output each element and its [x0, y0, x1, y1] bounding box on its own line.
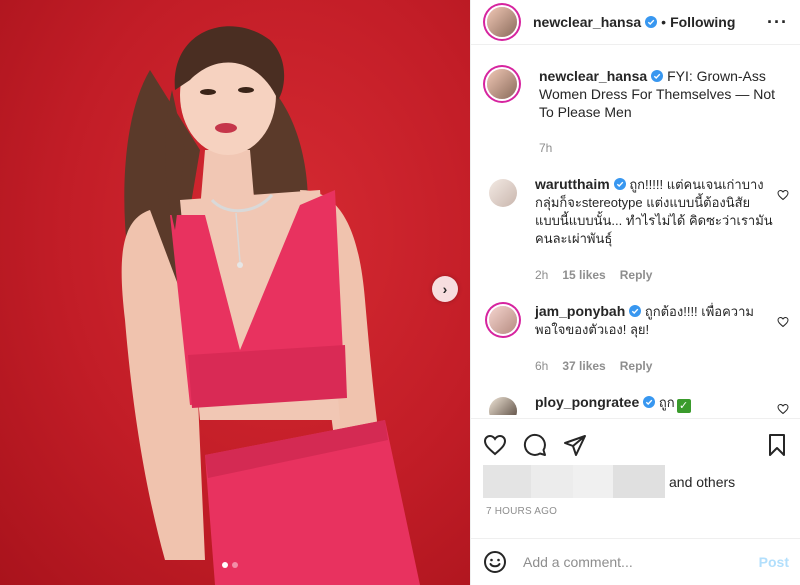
carousel-dot-2: [232, 562, 238, 568]
comment-bubble-icon[interactable]: [523, 433, 547, 457]
caption-avatar[interactable]: [487, 69, 517, 99]
comment-item: warutthaim ถูก!!!!! แต่คนเจนเก่าบางกลุ่ม…: [471, 175, 800, 284]
post-header: newclear_hansa • Following ···: [471, 0, 800, 45]
post-detail-panel: newclear_hansa • Following ··· newclear_…: [470, 0, 800, 585]
likes-others-text[interactable]: and others: [669, 474, 735, 490]
comment-text: ถูก: [658, 395, 675, 410]
verified-badge-icon: [645, 16, 658, 28]
post-comment-button[interactable]: Post: [759, 554, 789, 570]
comments-list[interactable]: newclear_hansa FYI: Grown-Ass Women Dres…: [471, 55, 800, 415]
check-mark-emoji: ✓: [676, 399, 691, 413]
likes-summary[interactable]: and others: [483, 465, 735, 498]
comment-item: jam_ponybah ถูกต้อง!!!! เพื่อความพอใจของ…: [471, 302, 800, 375]
caption-time: 7h: [539, 141, 553, 155]
comment-reply-button[interactable]: Reply: [620, 357, 653, 375]
like-comment-heart-icon[interactable]: [777, 403, 789, 415]
like-heart-icon[interactable]: [483, 433, 507, 457]
carousel-dot-1: [222, 562, 228, 568]
photo-illustration: [121, 26, 420, 585]
comment-time: 6h: [535, 359, 549, 373]
comment-username[interactable]: jam_ponybah: [535, 303, 625, 319]
post-photo: ›: [0, 0, 470, 585]
post-actions: [471, 418, 800, 470]
comment-item: ploy_pongratee ถูก ✓: [471, 393, 800, 415]
following-button[interactable]: Following: [670, 14, 735, 30]
verified-badge-icon: [629, 305, 642, 317]
author-avatar[interactable]: [487, 7, 517, 37]
save-bookmark-icon[interactable]: [765, 433, 789, 457]
comment-likes[interactable]: 37 likes: [562, 357, 605, 375]
comment-reply-button[interactable]: Reply: [620, 266, 653, 284]
commenter-avatar[interactable]: [489, 397, 517, 415]
carousel-next-button[interactable]: ›: [432, 276, 458, 302]
share-direct-icon[interactable]: [563, 433, 587, 457]
verified-badge-icon: [613, 178, 626, 190]
like-comment-heart-icon[interactable]: [777, 189, 789, 201]
comment-likes[interactable]: 15 likes: [562, 266, 605, 284]
liker-avatars-blurred: [573, 465, 613, 498]
liker-avatars-blurred: [483, 465, 531, 498]
comment-input[interactable]: [523, 554, 723, 570]
author-username[interactable]: newclear_hansa: [533, 14, 641, 30]
commenter-avatar[interactable]: [489, 179, 517, 207]
liker-avatars-blurred: [531, 465, 573, 498]
comment-username[interactable]: ploy_pongratee: [535, 394, 639, 410]
caption-username[interactable]: newclear_hansa: [539, 68, 647, 84]
commenter-avatar[interactable]: [489, 306, 517, 334]
liker-avatars-blurred: [613, 465, 665, 498]
more-horizontal-icon[interactable]: ···: [767, 12, 788, 33]
verified-badge-icon: [651, 70, 664, 82]
comment-time: 2h: [535, 268, 549, 282]
comment-username[interactable]: warutthaim: [535, 176, 610, 192]
verified-badge-icon: [643, 396, 656, 408]
emoji-smiley-icon[interactable]: [483, 550, 507, 574]
carousel-dots: [222, 562, 238, 568]
post-caption: newclear_hansa FYI: Grown-Ass Women Dres…: [471, 55, 800, 157]
header-separator: •: [661, 14, 667, 30]
add-comment-bar: Post: [471, 538, 800, 585]
like-comment-heart-icon[interactable]: [777, 316, 789, 328]
post-timestamp: 7 HOURS AGO: [486, 506, 558, 517]
